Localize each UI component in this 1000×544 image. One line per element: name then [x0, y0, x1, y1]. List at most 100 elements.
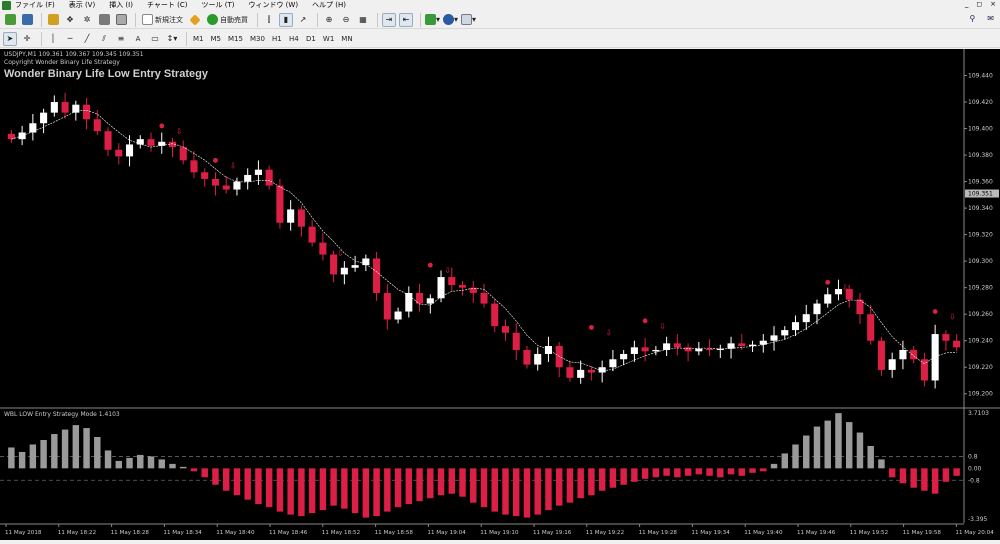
- zoom-in-button[interactable]: ⊕: [322, 13, 336, 27]
- data-window-button[interactable]: ✥: [63, 13, 77, 27]
- templates-button[interactable]: ▾: [461, 13, 476, 27]
- tf-m15[interactable]: M15: [226, 32, 245, 46]
- profiles-button[interactable]: [20, 13, 34, 27]
- chart-shift-button[interactable]: ⇤: [399, 12, 413, 27]
- osc-bar: [362, 468, 370, 518]
- time-tick-label: 11 May 19:22: [586, 530, 624, 536]
- time-tick-label: 11 May 18:28: [111, 530, 150, 536]
- label-tool[interactable]: ▭: [148, 32, 162, 46]
- bar-chart-button[interactable]: ⫿: [262, 13, 276, 27]
- candle-body: [620, 353, 628, 360]
- new-order-button[interactable]: 新規注文: [140, 13, 185, 27]
- entry-signal-dot: [427, 262, 433, 268]
- down-arrow-icon: ⇩: [337, 249, 344, 258]
- cursor-tool[interactable]: ➤: [3, 31, 17, 46]
- osc-bar: [738, 468, 746, 476]
- osc-bar: [695, 468, 703, 475]
- menu-chart[interactable]: チャート (C): [147, 0, 188, 11]
- osc-tick-label: -3.395: [968, 516, 988, 523]
- candle-body: [115, 149, 123, 157]
- tf-m5[interactable]: M5: [209, 32, 224, 46]
- strategy-tester-button[interactable]: [114, 13, 128, 27]
- trendline-tool[interactable]: ╱: [80, 32, 94, 46]
- vertical-line-tool[interactable]: │: [46, 32, 60, 46]
- auto-trading-button[interactable]: 自動売買: [205, 13, 250, 27]
- clock-icon: [443, 14, 455, 25]
- arrows-tool[interactable]: ↕▾: [165, 32, 179, 46]
- zoom-out-button[interactable]: ⊖: [339, 13, 353, 27]
- tf-w1[interactable]: W1: [321, 32, 336, 46]
- candlestick-button[interactable]: ▮: [279, 12, 293, 27]
- osc-tick-label: 3.7103: [968, 410, 989, 417]
- autoscroll-button[interactable]: ⇥: [382, 12, 396, 27]
- close-button[interactable]: ×: [990, 0, 996, 8]
- tile-windows-button[interactable]: ▦: [356, 13, 370, 27]
- osc-bar: [878, 459, 885, 469]
- menu-window[interactable]: ウィンドウ (W): [248, 0, 298, 11]
- candle-body: [93, 119, 101, 132]
- down-arrow-icon: ⇩: [842, 283, 849, 292]
- crosshair-tool[interactable]: ✛: [20, 32, 34, 46]
- time-tick-label: 11 May 18:22: [58, 530, 96, 536]
- tf-d1[interactable]: D1: [304, 32, 318, 46]
- navigator-button[interactable]: ✲: [80, 13, 94, 27]
- osc-bar: [212, 468, 219, 485]
- time-tick-label: 11 May 19:40: [744, 530, 783, 536]
- chart-canvas[interactable]: 109.440 109.420 109.400 109.380 109.360 109.3…: [0, 49, 1000, 540]
- osc-bar: [115, 460, 123, 469]
- auto-trading-label: 自動売買: [220, 15, 248, 24]
- search-icon[interactable]: ⚲: [969, 14, 975, 23]
- menu-view[interactable]: 表示 (V): [69, 0, 95, 11]
- osc-tick-label: -0.8: [968, 477, 980, 484]
- terminal-icon: [98, 14, 110, 25]
- channel-tool[interactable]: ⫽: [97, 32, 111, 46]
- indicators-button[interactable]: ▾: [425, 13, 440, 27]
- tf-h4[interactable]: H4: [287, 32, 301, 46]
- tf-m30[interactable]: M30: [248, 32, 267, 46]
- osc-bar: [126, 457, 133, 469]
- candle-body: [598, 367, 606, 373]
- candle-body: [501, 326, 510, 333]
- candle-body: [351, 265, 359, 268]
- menu-insert[interactable]: 挿入 (I): [109, 0, 133, 11]
- tf-m1[interactable]: M1: [191, 32, 206, 46]
- candle-body: [7, 133, 15, 140]
- osc-bar: [931, 468, 939, 494]
- entry-signal-dot: [320, 245, 326, 251]
- periods-button[interactable]: ▾: [443, 13, 458, 27]
- osc-bar: [813, 426, 821, 469]
- tf-h1[interactable]: H1: [270, 32, 284, 46]
- price-tick-label: 109.420: [968, 99, 993, 106]
- metaeditor-button[interactable]: [188, 13, 202, 27]
- osc-bar: [652, 468, 660, 478]
- menu-tools[interactable]: ツール (T): [201, 0, 234, 11]
- osc-bar: [265, 468, 273, 508]
- osc-bar: [845, 422, 853, 469]
- line-chart-button[interactable]: ↗: [296, 13, 310, 27]
- menu-bar: ファイル (F) 表示 (V) 挿入 (I) チャート (C) ツール (T) …: [0, 0, 1000, 11]
- minimize-button[interactable]: _: [965, 0, 969, 8]
- new-chart-button[interactable]: [3, 13, 17, 27]
- price-tick-label: 109.280: [968, 285, 993, 292]
- restore-button[interactable]: ◻: [976, 0, 982, 8]
- drawing-toolbar: ➤ ✛ │ ─ ╱ ⫽ ≡ A ▭ ↕▾ M1 M5 M15 M30 H1 H4…: [0, 30, 1000, 48]
- menu-file[interactable]: ファイル (F): [15, 0, 55, 11]
- fibonacci-tool[interactable]: ≡: [114, 32, 128, 46]
- candle-body: [426, 298, 434, 304]
- osc-bar: [953, 468, 960, 476]
- osc-bar: [663, 468, 670, 476]
- price-tick-label: 109.340: [968, 205, 993, 212]
- text-tool[interactable]: A: [131, 32, 145, 46]
- horizontal-line-tool[interactable]: ─: [63, 32, 77, 46]
- tf-mn[interactable]: MN: [339, 32, 354, 46]
- chart-window[interactable]: 109.440 109.420 109.400 109.380 109.360 109.3…: [0, 49, 1000, 540]
- menu-help[interactable]: ヘルプ (H): [312, 0, 346, 11]
- entry-signal-dot: [213, 157, 218, 163]
- chat-icon[interactable]: ✉: [987, 14, 994, 23]
- time-tick-label: 11 May 19:52: [850, 530, 888, 536]
- time-tick-label: 11 May 18:40: [216, 530, 255, 536]
- market-watch-button[interactable]: [46, 13, 60, 27]
- osc-bar: [609, 468, 617, 488]
- terminal-button[interactable]: [97, 13, 111, 27]
- osc-bar: [427, 468, 434, 499]
